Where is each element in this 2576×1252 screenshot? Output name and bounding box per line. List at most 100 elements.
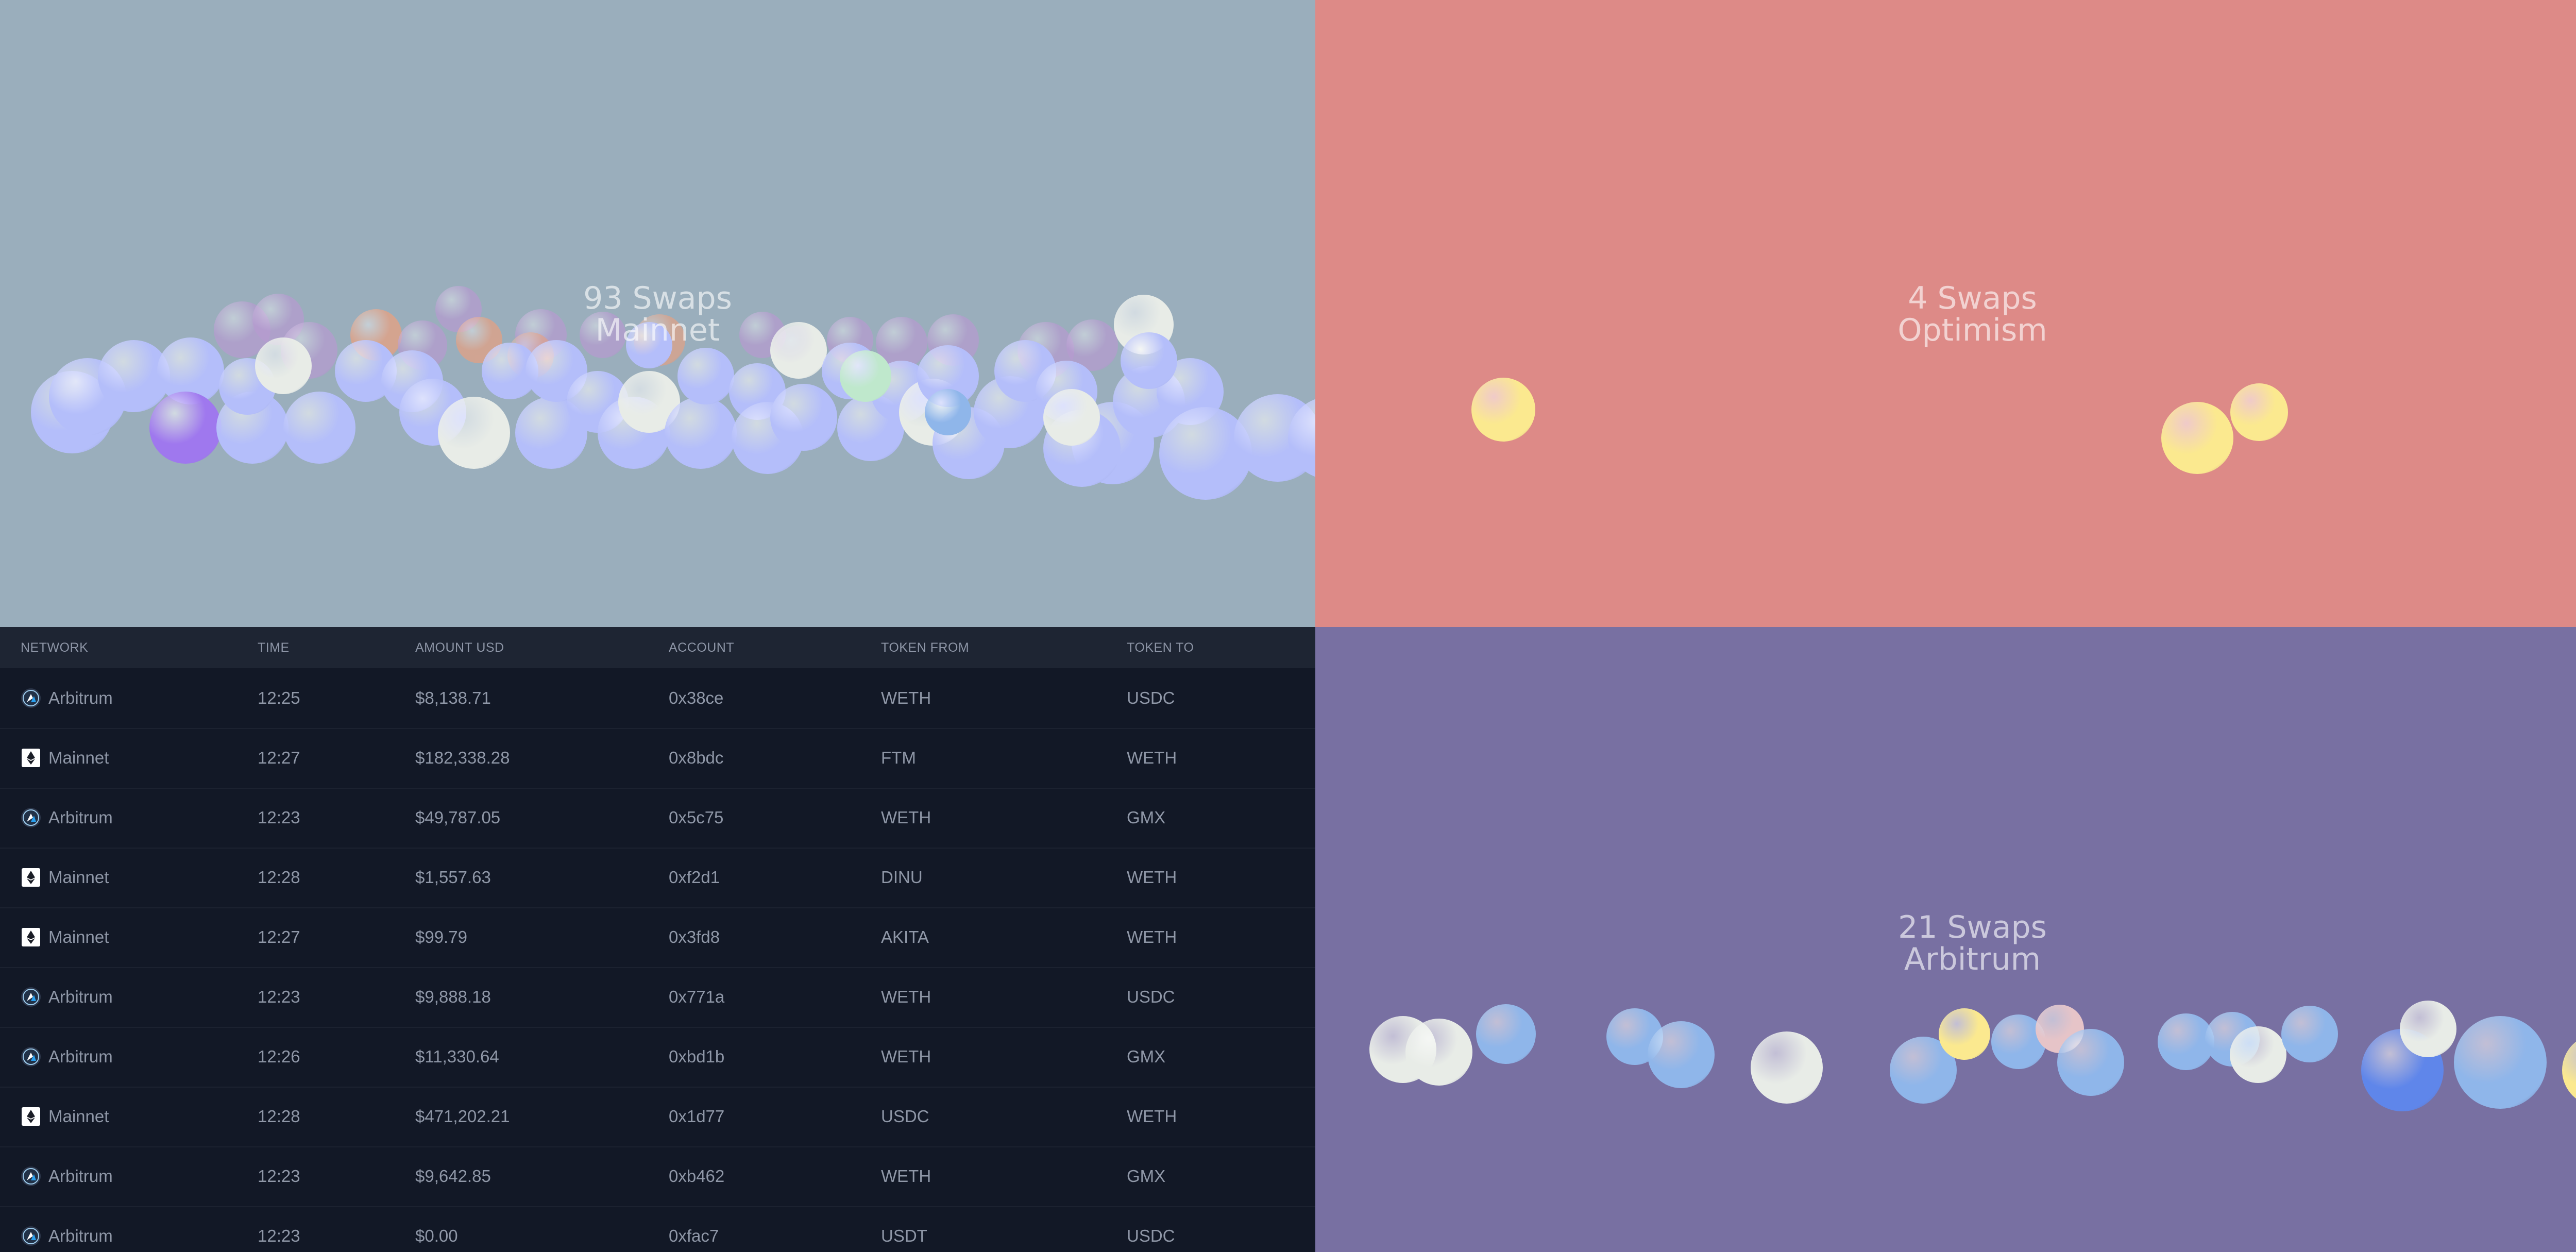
account-cell[interactable]: 0xfac7 <box>669 1226 719 1246</box>
mainnet-swap-bubble[interactable] <box>1043 389 1100 446</box>
mainnet-swap-bubble[interactable] <box>840 350 891 402</box>
account-cell[interactable]: 0x771a <box>669 987 724 1007</box>
optimism-swaps-panel: 4 Swaps Optimism <box>1315 0 2576 627</box>
account-cell[interactable]: 0x38ce <box>669 688 723 708</box>
arbitrum-swap-bubble[interactable] <box>1476 1004 1536 1064</box>
mainnet-swap-bubble[interactable] <box>626 322 672 368</box>
account-cell[interactable]: 0x8bdc <box>669 748 723 768</box>
amount-cell: $9,642.85 <box>415 1166 491 1186</box>
network-name: Arbitrum <box>48 688 113 707</box>
arbitrum-bubble-field <box>1315 627 2576 1252</box>
account-cell[interactable]: 0x5c75 <box>669 808 723 827</box>
amount-cell: $9,888.18 <box>415 987 491 1006</box>
optimism-swap-bubble[interactable] <box>2230 383 2288 441</box>
arbitrum-swap-bubble[interactable] <box>2562 1034 2576 1106</box>
arbitrum-swap-bubble[interactable] <box>2454 1016 2547 1109</box>
mainnet-swap-bubble[interactable] <box>283 392 355 464</box>
optimism-swap-bubble[interactable] <box>1471 378 1535 442</box>
mainnet-swap-bubble[interactable] <box>255 337 312 394</box>
ethereum-icon <box>21 748 41 768</box>
account-cell[interactable]: 0xb462 <box>669 1166 724 1186</box>
header-token-from: Token From <box>881 640 970 655</box>
amount-cell: $8,138.71 <box>415 688 491 707</box>
token-to-cell: USDC <box>1127 1226 1175 1245</box>
token-to-cell: WETH <box>1127 868 1177 887</box>
time-cell: 12:28 <box>258 1107 300 1126</box>
token-from-cell: WETH <box>881 1166 931 1186</box>
account-cell[interactable]: 0x3fd8 <box>669 927 720 947</box>
time-cell: 12:23 <box>258 1166 300 1186</box>
mainnet-swap-bubble[interactable] <box>925 389 971 435</box>
arbitrum-icon <box>21 1226 41 1246</box>
token-from-cell: WETH <box>881 1047 931 1066</box>
time-cell: 12:28 <box>258 868 300 887</box>
amount-cell: $99.79 <box>415 927 467 946</box>
arbitrum-swap-bubble[interactable] <box>1939 1008 1990 1060</box>
amount-cell: $49,787.05 <box>415 808 501 827</box>
token-from-cell: AKITA <box>881 927 929 946</box>
token-to-cell: GMX <box>1127 1047 1166 1066</box>
network-name: Mainnet <box>48 927 109 946</box>
mainnet-swap-bubble[interactable] <box>770 322 827 379</box>
token-to-cell: USDC <box>1127 688 1175 707</box>
token-from-cell: WETH <box>881 808 931 827</box>
time-cell: 12:23 <box>258 987 300 1006</box>
ethereum-icon <box>21 867 41 888</box>
table-row[interactable]: Mainnet 12:28 $1,557.63 0xf2d1 DINU WETH <box>0 848 1315 908</box>
arbitrum-swap-bubble[interactable] <box>2281 1006 2338 1062</box>
network-name: Mainnet <box>48 868 109 887</box>
network-cell: Arbitrum <box>21 1166 113 1187</box>
time-cell: 12:25 <box>258 688 300 707</box>
time-cell: 12:27 <box>258 927 300 946</box>
amount-cell: $182,338.28 <box>415 748 510 767</box>
arbitrum-icon <box>21 1166 41 1187</box>
account-cell[interactable]: 0x1d77 <box>669 1107 724 1126</box>
mainnet-swap-bubble[interactable] <box>770 384 837 451</box>
arbitrum-icon <box>21 688 41 708</box>
table-row[interactable]: Arbitrum 12:26 $11,330.64 0xbd1b WETH GMX <box>0 1027 1315 1088</box>
table-row[interactable]: Mainnet 12:28 $471,202.21 0x1d77 USDC WETH <box>0 1087 1315 1147</box>
mainnet-swaps-panel: 93 Swaps Mainnet <box>0 0 1315 627</box>
table-row[interactable]: Mainnet 12:27 $99.79 0x3fd8 AKITA WETH <box>0 907 1315 968</box>
token-to-cell: GMX <box>1127 1166 1166 1186</box>
mainnet-swap-bubble[interactable] <box>665 397 737 469</box>
network-name: Arbitrum <box>48 1226 113 1245</box>
network-cell: Mainnet <box>21 867 109 888</box>
token-from-cell: USDT <box>881 1226 927 1245</box>
optimism-swap-bubble[interactable] <box>2161 402 2233 474</box>
mainnet-swap-bubble[interactable] <box>149 392 222 464</box>
token-to-cell: GMX <box>1127 808 1166 827</box>
table-row[interactable]: Arbitrum 12:23 $0.00 0xfac7 USDT USDC <box>0 1206 1315 1252</box>
time-cell: 12:26 <box>258 1047 300 1066</box>
table-row[interactable]: Arbitrum 12:23 $9,888.18 0x771a WETH USDC <box>0 967 1315 1028</box>
table-row[interactable]: Mainnet 12:27 $182,338.28 0x8bdc FTM WETH <box>0 728 1315 789</box>
table-row[interactable]: Arbitrum 12:23 $9,642.85 0xb462 WETH GMX <box>0 1146 1315 1207</box>
network-cell: Arbitrum <box>21 1226 113 1246</box>
token-from-cell: FTM <box>881 748 916 767</box>
mainnet-swap-bubble[interactable] <box>580 312 626 358</box>
arbitrum-swap-bubble[interactable] <box>2230 1026 2286 1083</box>
mainnet-swap-bubble[interactable] <box>438 397 510 469</box>
arbitrum-swap-bubble[interactable] <box>2400 1001 2456 1057</box>
amount-cell: $1,557.63 <box>415 868 491 887</box>
arbitrum-swap-bubble[interactable] <box>1751 1031 1823 1104</box>
optimism-bubble-field <box>1315 0 2576 627</box>
table-row[interactable]: Arbitrum 12:25 $8,138.71 0x38ce WETH USDC <box>0 668 1315 729</box>
network-cell: Arbitrum <box>21 987 113 1007</box>
network-cell: Arbitrum <box>21 807 113 828</box>
ethereum-icon <box>21 1106 41 1127</box>
token-to-cell: WETH <box>1127 1107 1177 1126</box>
network-name: Mainnet <box>48 748 109 767</box>
token-to-cell: WETH <box>1127 748 1177 767</box>
mainnet-swap-bubble[interactable] <box>1121 332 1177 389</box>
account-cell[interactable]: 0xf2d1 <box>669 868 720 887</box>
arbitrum-swap-bubble[interactable] <box>2057 1029 2124 1096</box>
table-row[interactable]: Arbitrum 12:23 $49,787.05 0x5c75 WETH GMX <box>0 788 1315 849</box>
mainnet-swap-bubble[interactable] <box>677 348 734 404</box>
arbitrum-swap-bubble[interactable] <box>1405 1019 1472 1086</box>
arbitrum-swap-bubble[interactable] <box>1648 1021 1715 1088</box>
account-cell[interactable]: 0xbd1b <box>669 1047 724 1067</box>
time-cell: 12:23 <box>258 808 300 827</box>
swaps-table: Network Time Amount USD Account Token Fr… <box>0 627 1315 1252</box>
header-network: Network <box>21 640 89 655</box>
